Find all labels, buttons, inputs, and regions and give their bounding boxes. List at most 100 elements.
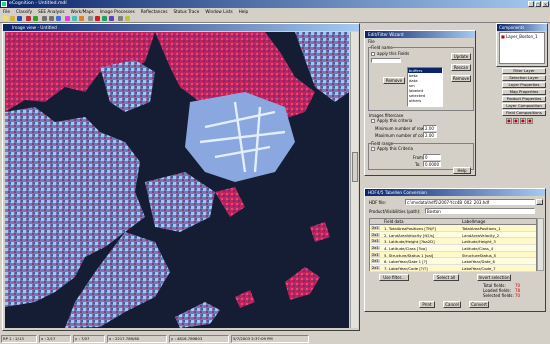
remove-button[interactable]: Remove [383,77,405,84]
to-label: To: [415,162,421,167]
row-source: 1. TotalAreaPositions [TN/F] [384,226,436,231]
conversion-dialog-title-bar: HDF4/5 Tabellen Conversion [365,189,545,196]
fill-icon[interactable] [102,16,107,21]
class-icon[interactable] [79,16,84,21]
table-row[interactable]: 2x1 7. LabelYear/Code [?/?] LabelYear/Code… [370,265,536,272]
undo-icon[interactable] [26,16,31,21]
filter-dialog-menu-file[interactable]: File [368,39,375,44]
help-button[interactable]: Help [453,167,471,174]
hdf-file-input[interactable]: c:\mydata\hdf5\2007-Ycc4B_002_203.hdf [405,199,535,205]
status-field: y : 4816.789803 [169,335,229,343]
menu-item[interactable]: File [3,8,10,15]
menu-item[interactable]: Help [239,8,249,15]
row-target: LabelYear/Date_6 [462,259,495,265]
side-button[interactable]: Layer Composition [502,103,546,109]
menu-bar: File Classify SEE Analysis Work/Maps Image P… [0,8,550,15]
rescan-button[interactable]: Rescan [451,64,471,71]
invert-selection-button[interactable]: Invert selection [477,274,511,281]
table-scrollbar[interactable] [537,218,544,271]
zoom-out-icon[interactable] [49,16,54,21]
measure-icon[interactable] [109,16,114,21]
selected-fields-label: Selected fields: [483,293,514,298]
apply-criteria-checkbox[interactable] [371,119,375,123]
from-input[interactable]: 0 [423,154,441,160]
image-window-title-bar: Image view - Untitled [3,24,359,31]
status-field: RP 1 : 2/13 [1,335,37,343]
menu-item[interactable]: Reflectances [141,8,168,15]
table-row[interactable]: 2x1 2. LandAreaVelocity [ft2/s] LandAreaVe… [370,231,536,239]
select-icon[interactable] [88,16,93,21]
grid-icon[interactable] [72,16,77,21]
pan-icon[interactable] [56,16,61,21]
new-file-icon[interactable] [3,16,8,21]
field-option[interactable]: others [408,98,442,103]
apply-range-checkbox[interactable] [371,147,375,151]
to-input[interactable]: 0.0000 [423,161,441,167]
remove-right-button[interactable]: Remove [451,75,471,82]
side-button[interactable]: Selection Layer [502,75,546,81]
menu-item[interactable]: Window Lists [205,8,232,15]
table-row[interactable]: 2x1 1. TotalAreaPositions [TN/F] TotalArea… [370,225,536,232]
side-button[interactable]: Product Properties [502,96,546,102]
app-title-bar: eCognition - Untitled.mdl [0,0,550,8]
side-button[interactable]: Map Properties [502,89,546,95]
tool-d-icon[interactable]: ● [527,118,533,124]
window-icon[interactable] [118,16,123,21]
field-options-list[interactable]: buffers beta data sm labeled selected others [407,67,443,107]
menu-item[interactable]: Work/Maps [71,8,94,15]
update-button[interactable]: Update [451,53,471,60]
table-row[interactable]: 2x1 5. Structure/Status 1 [val] StructureS… [370,251,536,259]
convert-button[interactable]: Convert [469,301,489,308]
redo-icon[interactable] [33,16,38,21]
cancel-button[interactable]: Cancel [443,301,461,308]
browse-button[interactable]: … [536,199,543,205]
image-window-title: Image view - Untitled [12,25,57,30]
components-panel-title: Components [499,25,525,30]
max-cols-input[interactable]: 2.00 [423,132,437,138]
minimize-button[interactable]: _ [528,1,534,7]
selected-fields-value: 70 [515,293,521,298]
tool-a-icon[interactable]: ● [506,118,512,124]
field-name-input[interactable] [371,58,401,63]
hdf-file-label: HDF file: [369,200,387,205]
side-button[interactable]: Filter Layer [502,68,546,74]
satellite-image[interactable] [5,32,349,328]
apply-fields-checkbox[interactable] [371,52,375,56]
table-row[interactable]: 2x1 6. LabelYear/Date 1 [?] LabelYear/Date… [370,258,536,266]
scroll-thumb[interactable] [352,152,358,182]
use-filter-button[interactable]: Use filter... [379,274,409,281]
help-icon[interactable] [125,16,130,21]
menu-item[interactable]: SEE Analysis [38,8,65,15]
menu-item[interactable]: Status Trace [174,8,200,15]
side-button[interactable]: Layer Properties [502,82,546,88]
draw-icon[interactable] [95,16,100,21]
layer-icon[interactable] [65,16,70,21]
tool-c-icon[interactable]: ● [520,118,526,124]
product-input[interactable]: Boston [425,208,535,214]
print-button[interactable]: Print [419,301,435,308]
select-all-button[interactable]: Select all [433,274,459,281]
row-source: 4. Latitude/Class [?ba] [384,246,427,252]
status-field: y : 7/07 [73,335,105,343]
app-icon [1,1,7,7]
min-rows-input[interactable]: 2.00 [423,125,437,131]
side-button[interactable]: Field Compositions [502,110,546,116]
open-folder-icon[interactable] [10,16,15,21]
zoom-in-icon[interactable] [42,16,47,21]
status-field: x : 2217.789/60 [107,335,167,343]
close-button[interactable]: × [542,1,549,7]
row-target: Latitude/Class_4 [462,246,494,252]
satellite-image-svg [5,32,349,328]
maximize-button[interactable]: □ [535,1,541,7]
tree-item[interactable]: ■ Layer_Boston_1 [501,34,538,39]
image-window: Image view - Untitled [2,23,360,331]
table-row[interactable]: 2x1 3. Latitude/Height [?ba2D] Latitude/He… [370,238,536,246]
tool-b-icon[interactable]: ● [513,118,519,124]
row-source: 7. LabelYear/Code [?/?] [384,266,428,272]
menu-item[interactable]: Classify [16,8,32,15]
save-icon[interactable] [17,16,22,21]
menu-item[interactable]: Image Processes [100,8,135,15]
row-source: 2. LandAreaVelocity [ft2/s] [384,232,435,238]
image-vertical-scrollbar[interactable] [350,32,358,328]
table-row[interactable]: 2x1 4. Latitude/Class [?ba] Latitude/Class… [370,245,536,252]
